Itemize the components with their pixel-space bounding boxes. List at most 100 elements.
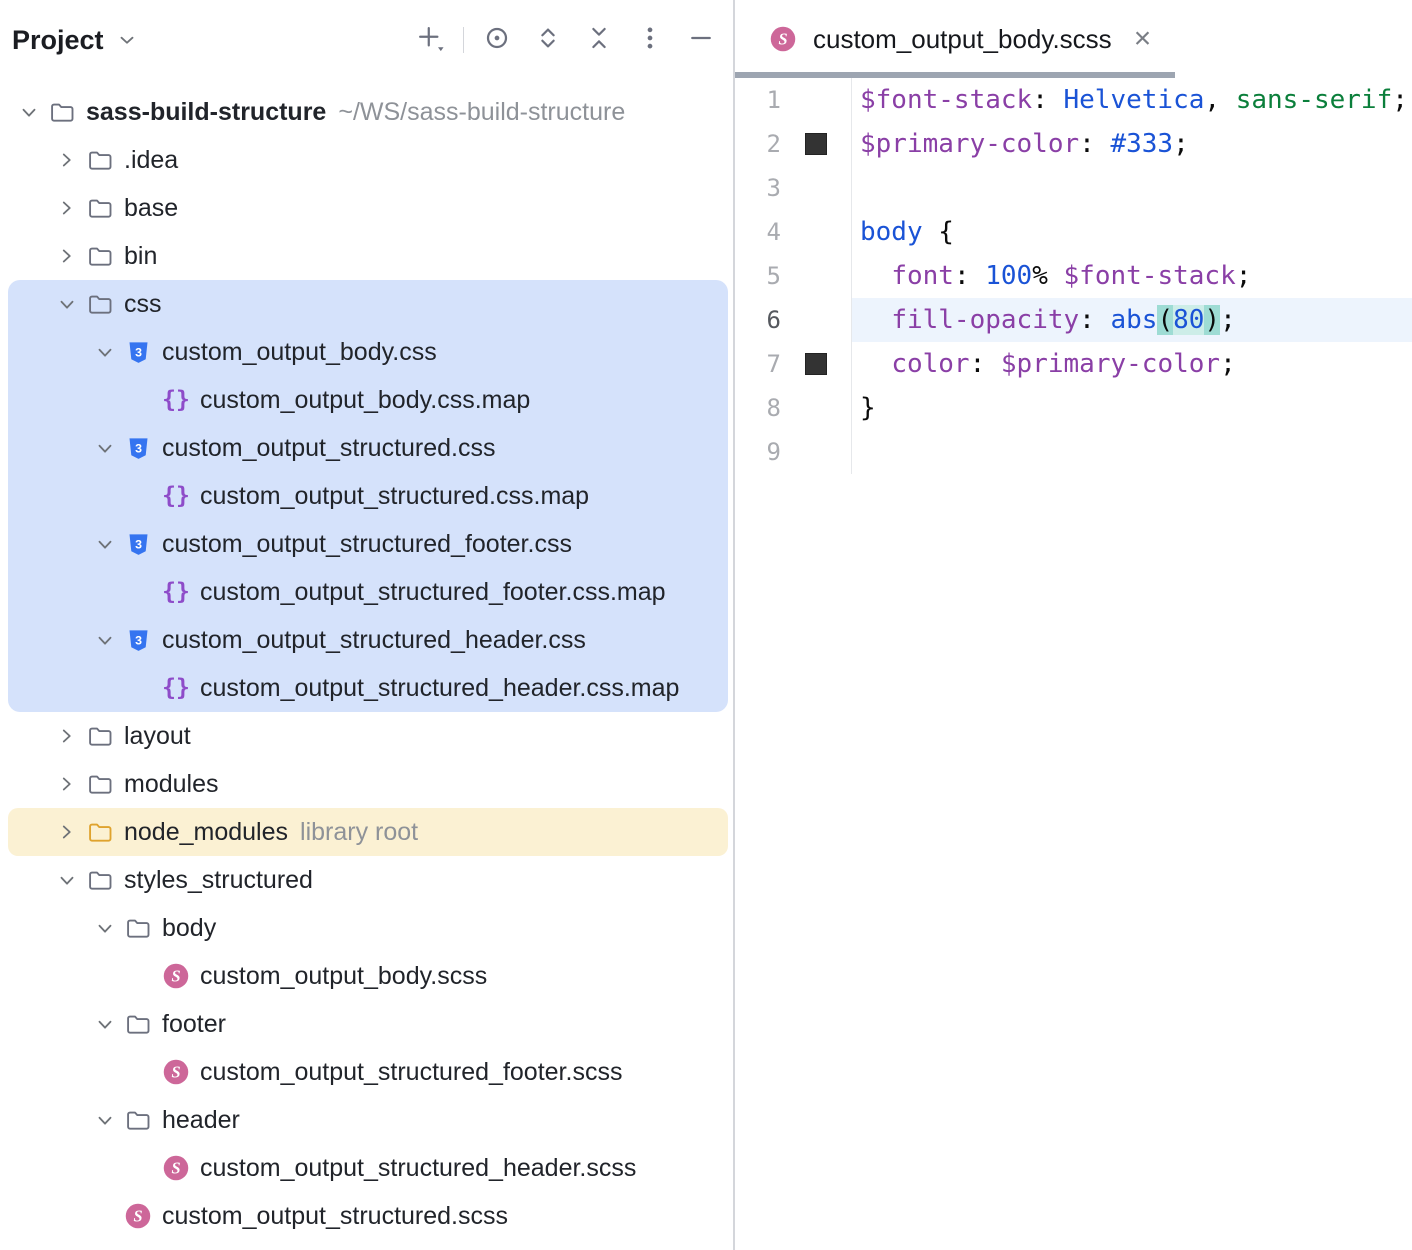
sourcemap-file-icon: {} [160,384,192,416]
sass-file-icon: S [122,1200,154,1232]
chevron-down-icon[interactable] [14,97,44,127]
tree-item-label: node_modules [124,818,288,847]
chevron-down-icon[interactable] [90,1105,120,1135]
line-number[interactable]: 7 [735,350,781,378]
code-line: 4 body { [735,210,1412,254]
chevron-right-icon[interactable] [52,145,82,175]
line-number[interactable]: 9 [735,438,781,466]
line-number[interactable]: 2 [735,130,781,158]
close-icon[interactable]: × [1134,24,1152,54]
tree-item-label: custom_output_structured_footer.css [162,530,572,559]
tree-row[interactable]: Scustom_output_structured.scss [0,1192,733,1240]
tree-item-label: custom_output_structured_header.scss [200,1154,636,1183]
tree-row[interactable]: styles_structured [0,856,733,904]
tree-row[interactable]: {}custom_output_body.css.map [0,376,733,424]
chevron-down-icon[interactable] [52,289,82,319]
chevron-down-icon[interactable] [90,625,120,655]
sourcemap-file-icon: {} [160,576,192,608]
line-number[interactable]: 1 [735,86,781,114]
code-line: 7 color: $primary-color; [735,342,1412,386]
tree-row[interactable]: footer [0,1000,733,1048]
css-file-icon: 3 [122,432,154,464]
color-preview-swatch[interactable] [805,353,827,375]
add-button[interactable] [412,22,448,58]
css-file-icon: 3 [122,336,154,368]
chevron-down-icon[interactable] [90,433,120,463]
code-text[interactable]: fill-opacity: abs(80); [852,298,1412,342]
unfold-icon [533,23,563,58]
chevron-right-icon[interactable] [52,769,82,799]
tree-row[interactable]: bin [0,232,733,280]
chevron-spacer [128,1057,158,1087]
line-number[interactable]: 8 [735,394,781,422]
css-file-icon: 3 [122,528,154,560]
code-text[interactable]: body { [852,210,1412,254]
tree-row[interactable]: 3 custom_output_structured_footer.css [0,520,733,568]
folder-icon [84,288,116,320]
tree-row[interactable]: css [0,280,733,328]
tree-row[interactable]: 3custom_output_structured.css [0,424,733,472]
code-text[interactable]: $font-stack: Helvetica, sans-serif; [852,78,1412,122]
code-text[interactable] [852,166,1412,210]
tree-row[interactable]: modules [0,760,733,808]
tree-row[interactable]: {}custom_output_structured_header.css.ma… [0,664,733,712]
code-editor[interactable]: 1 $font-stack: Helvetica, sans-serif; 2 $pr… [735,78,1412,1250]
tree-row[interactable]: sass-build-structure~/WS/sass-build-stru… [0,88,733,136]
svg-text:S: S [778,30,787,49]
code-text[interactable]: font: 100% $font-stack; [852,254,1412,298]
code-text[interactable]: $primary-color: #333; [852,122,1412,166]
tree-item-label: footer [162,1010,226,1039]
tree-item-label: custom_output_structured_footer.scss [200,1058,622,1087]
chevron-right-icon[interactable] [52,193,82,223]
chevron-down-icon[interactable] [90,529,120,559]
tree-row[interactable]: header [0,1096,733,1144]
tree-row[interactable]: base [0,184,733,232]
expand-all-button[interactable] [530,22,566,58]
line-number[interactable]: 6 [735,306,781,334]
chevron-down-icon[interactable] [90,337,120,367]
collapse-all-button[interactable] [581,22,617,58]
svg-text:3: 3 [135,633,142,647]
chevron-down-icon[interactable] [90,1009,120,1039]
code-text[interactable] [852,430,1412,474]
editor-tab-bar: S custom_output_body.scss × [735,0,1412,78]
code-line: 3 [735,166,1412,210]
tree-row[interactable]: .idea [0,136,733,184]
line-number[interactable]: 3 [735,174,781,202]
folder-icon [84,144,116,176]
more-options-button[interactable] [632,22,668,58]
tree-row[interactable]: 3custom_output_body.css [0,328,733,376]
folder-icon [84,768,116,800]
chevron-down-icon[interactable] [90,913,120,943]
line-number[interactable]: 4 [735,218,781,246]
color-preview-swatch[interactable] [805,133,827,155]
project-view-selector[interactable]: Project [12,25,142,56]
tree-row[interactable]: body [0,904,733,952]
chevron-right-icon[interactable] [52,241,82,271]
sass-file-icon: S [160,1056,192,1088]
chevron-right-icon[interactable] [52,817,82,847]
tree-row[interactable]: {}custom_output_structured_footer.css.ma… [0,568,733,616]
code-text[interactable]: } [852,386,1412,430]
hide-button[interactable] [683,22,719,58]
editor-tab[interactable]: S custom_output_body.scss × [735,0,1175,78]
sourcemap-file-icon: {} [160,480,192,512]
target-icon [482,23,512,58]
editor-gutter: 2 [735,122,852,166]
tree-row[interactable]: {}custom_output_structured.css.map [0,472,733,520]
tree-row[interactable]: Scustom_output_structured_header.scss [0,1144,733,1192]
chevron-right-icon[interactable] [52,721,82,751]
editor-gutter: 6 [735,298,852,342]
tree-row[interactable]: 3custom_output_structured_header.css [0,616,733,664]
line-number[interactable]: 5 [735,262,781,290]
tree-row[interactable]: Scustom_output_structured_footer.scss [0,1048,733,1096]
tree-row[interactable]: layout [0,712,733,760]
tree-item-label: custom_output_structured.scss [162,1202,508,1231]
editor-gutter: 4 [735,210,852,254]
folder-icon [84,720,116,752]
chevron-down-icon[interactable] [52,865,82,895]
tree-row[interactable]: node_moduleslibrary root [0,808,733,856]
tree-row[interactable]: Scustom_output_body.scss [0,952,733,1000]
locate-button[interactable] [479,22,515,58]
code-text[interactable]: color: $primary-color; [852,342,1412,386]
